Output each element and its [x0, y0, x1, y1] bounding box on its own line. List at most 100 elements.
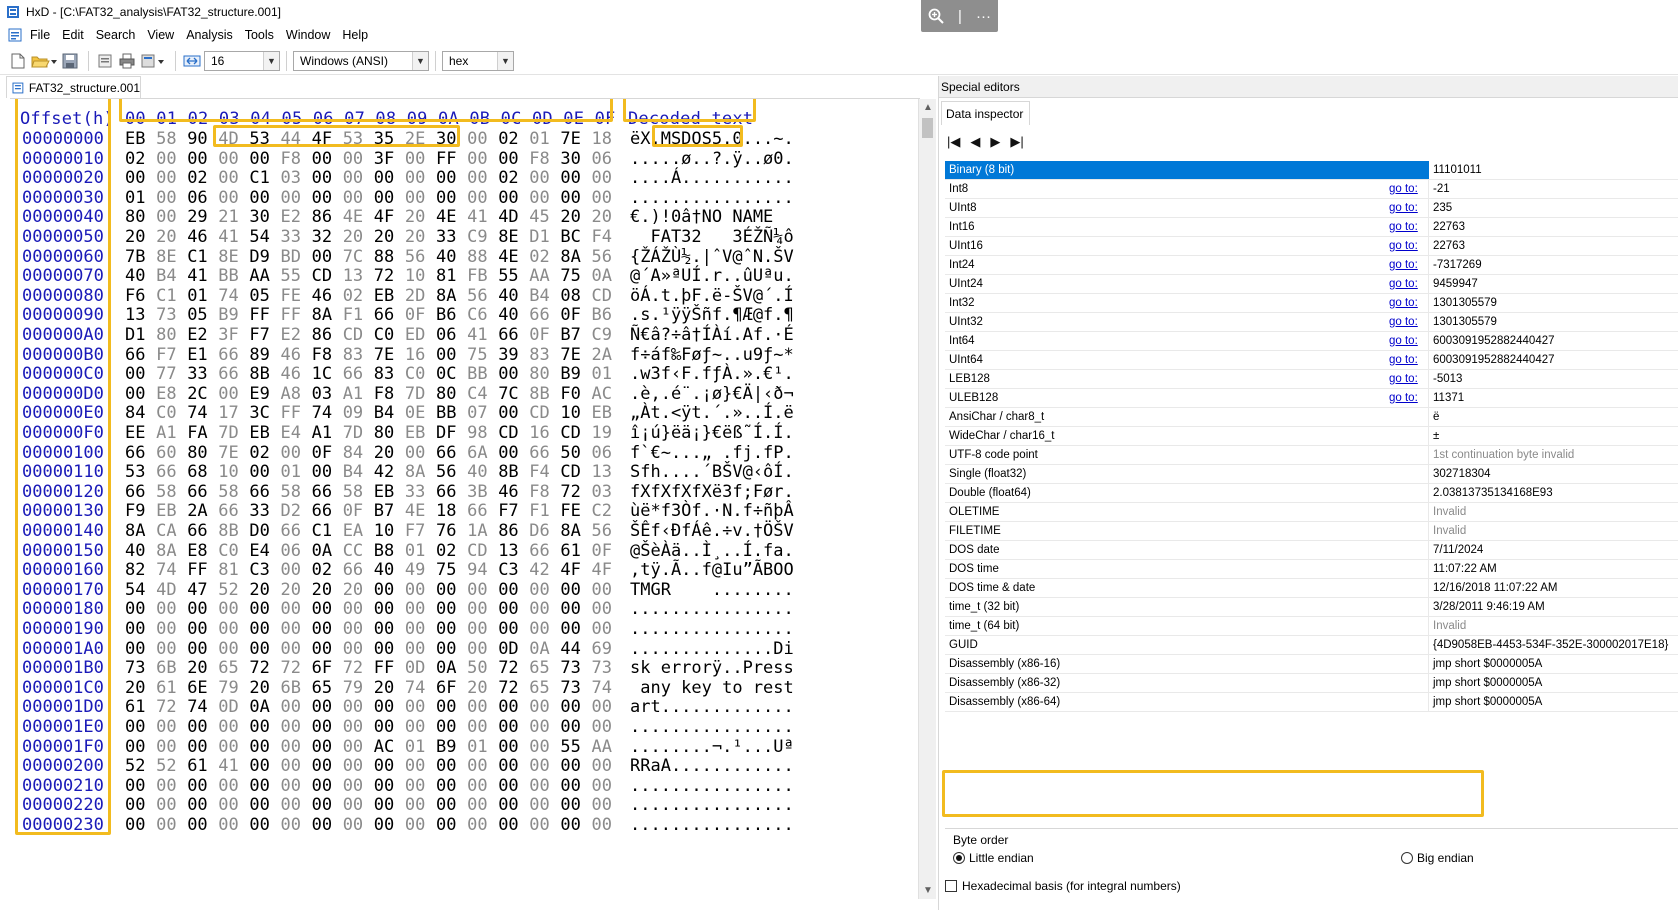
hex-byte[interactable]: C1	[187, 247, 207, 267]
hex-byte[interactable]: 2C	[187, 384, 207, 404]
hex-byte[interactable]: 00	[312, 697, 332, 717]
hex-byte[interactable]: 66	[436, 443, 456, 463]
hex-byte[interactable]: 41	[467, 325, 487, 345]
hex-byte[interactable]: 53	[125, 462, 145, 482]
row-decoded-text[interactable]: .è,.é¨.¡ø}€Ä|‹ð¬	[630, 384, 794, 404]
row-decoded-text[interactable]: ........¬.¹...Uª	[630, 737, 794, 757]
hex-byte[interactable]: 69	[592, 639, 612, 659]
hex-byte[interactable]: 00	[436, 717, 456, 737]
hex-byte[interactable]: 00	[187, 639, 207, 659]
hex-byte[interactable]: 00	[187, 776, 207, 796]
hex-byte[interactable]: 00	[374, 639, 394, 659]
row-decoded-text[interactable]: RRaA............	[630, 756, 794, 776]
hex-byte[interactable]: 00	[405, 443, 425, 463]
hex-byte[interactable]: EB	[405, 423, 425, 443]
row-decoded-text[interactable]: ..............Di	[630, 639, 794, 659]
hex-byte[interactable]: 89	[249, 345, 269, 365]
hex-byte[interactable]: 40	[125, 541, 145, 561]
row-decoded-text[interactable]: FAT32 3ÉŽÑ¼ô	[630, 227, 793, 247]
open-file-button[interactable]	[30, 51, 58, 71]
inspector-row-value[interactable]: 12/16/2018 11:07:22 AM	[1433, 582, 1557, 594]
hex-byte[interactable]: 00	[498, 580, 518, 600]
hex-byte[interactable]: AC	[592, 384, 612, 404]
inspector-row-value[interactable]: jmp short $0000005A	[1433, 677, 1542, 689]
hex-byte[interactable]: 7C	[498, 384, 518, 404]
hex-byte[interactable]: C0	[156, 403, 176, 423]
hex-byte[interactable]: 01	[187, 286, 207, 306]
hex-byte[interactable]: 7D	[405, 384, 425, 404]
inspector-row-value[interactable]: 6003091952882440427	[1433, 354, 1555, 366]
row-decoded-text[interactable]: ................	[630, 599, 794, 619]
hex-byte[interactable]: 66	[125, 443, 145, 463]
hex-byte[interactable]: 00	[560, 756, 580, 776]
hex-byte[interactable]: AA	[529, 266, 549, 286]
hex-byte[interactable]: 54	[125, 580, 145, 600]
hex-byte[interactable]: 02	[125, 149, 145, 169]
hex-byte[interactable]: 00	[405, 149, 425, 169]
hex-byte[interactable]: 00	[187, 619, 207, 639]
hex-byte[interactable]: 00	[125, 737, 145, 757]
hex-byte[interactable]: B4	[529, 286, 549, 306]
hex-byte[interactable]: 00	[498, 149, 518, 169]
hex-byte[interactable]: AC	[374, 737, 394, 757]
hex-byte[interactable]: B4	[156, 266, 176, 286]
hex-byte[interactable]: 72	[498, 658, 518, 678]
hex-byte[interactable]: 35	[374, 129, 394, 149]
hex-byte[interactable]: 6F	[312, 658, 332, 678]
hex-byte[interactable]: 32	[312, 227, 332, 247]
hex-byte[interactable]: 00	[592, 717, 612, 737]
hex-byte[interactable]: 73	[592, 658, 612, 678]
hex-byte[interactable]: 00	[436, 345, 456, 365]
hex-byte[interactable]: 00	[281, 815, 301, 835]
hex-byte[interactable]: 74	[592, 678, 612, 698]
hex-byte[interactable]: FF	[281, 305, 301, 325]
row-decoded-text[interactable]: .....ø..?.ÿ..ø0.	[630, 149, 794, 169]
hex-byte[interactable]: 46	[312, 286, 332, 306]
hex-byte[interactable]: 00	[218, 776, 238, 796]
inspector-row-value[interactable]: 9459947	[1433, 278, 1478, 290]
inspector-row[interactable]: UInt24 go to: 9459947	[945, 275, 1678, 294]
hex-byte[interactable]: 00	[498, 795, 518, 815]
hex-byte[interactable]: 2D	[405, 286, 425, 306]
hex-byte[interactable]: 00	[405, 599, 425, 619]
hex-byte[interactable]: 4F	[560, 560, 580, 580]
hex-byte[interactable]: 00	[281, 619, 301, 639]
hex-byte[interactable]: F7	[498, 501, 518, 521]
hex-byte[interactable]: 00	[187, 149, 207, 169]
hex-byte[interactable]: CD	[592, 286, 612, 306]
hex-byte[interactable]: 73	[125, 658, 145, 678]
hex-byte[interactable]: 00	[529, 697, 549, 717]
hex-byte[interactable]: 75	[467, 345, 487, 365]
hex-byte[interactable]: 7E	[374, 345, 394, 365]
row-decoded-text[interactable]: f`€~...„ .fj.fP.	[630, 443, 794, 463]
hex-byte[interactable]: 56	[436, 462, 456, 482]
hex-byte[interactable]: 00	[343, 776, 363, 796]
hex-byte[interactable]: 0F	[560, 305, 580, 325]
hex-byte[interactable]: 66	[312, 482, 332, 502]
row-decoded-text[interactable]: @´A»ªUÍ.r..ûUªu.	[630, 266, 794, 286]
hex-byte[interactable]: 8A	[436, 286, 456, 306]
zoom-in-icon[interactable]	[928, 8, 944, 24]
hex-byte[interactable]: F1	[529, 501, 549, 521]
row-decoded-text[interactable]: fXfXfXfXë3f;Før.	[630, 482, 794, 502]
hex-byte[interactable]: 61	[187, 756, 207, 776]
hex-byte[interactable]: 66	[529, 305, 549, 325]
hex-byte[interactable]: D9	[249, 247, 269, 267]
hex-byte[interactable]: 2E	[405, 129, 425, 149]
hex-byte[interactable]: 53	[249, 129, 269, 149]
hex-byte[interactable]: EB	[249, 423, 269, 443]
hex-byte[interactable]: 58	[156, 482, 176, 502]
hex-byte[interactable]: 83	[343, 345, 363, 365]
hex-byte[interactable]: 00	[312, 737, 332, 757]
row-decoded-text[interactable]: ŠÊf‹ÐfÁê.÷v.†ÖŠV	[630, 521, 794, 541]
hex-byte[interactable]: 41	[218, 227, 238, 247]
hex-byte[interactable]: 66	[529, 443, 549, 463]
hex-byte[interactable]: 44	[281, 129, 301, 149]
hex-byte[interactable]: 42	[374, 462, 394, 482]
hex-byte[interactable]: 1A	[467, 521, 487, 541]
hex-byte[interactable]: 8B	[218, 521, 238, 541]
hex-byte[interactable]: 00	[560, 188, 580, 208]
hex-byte[interactable]: 00	[498, 443, 518, 463]
hex-byte[interactable]: D0	[249, 521, 269, 541]
inspector-row-value[interactable]: jmp short $0000005A	[1433, 696, 1542, 708]
